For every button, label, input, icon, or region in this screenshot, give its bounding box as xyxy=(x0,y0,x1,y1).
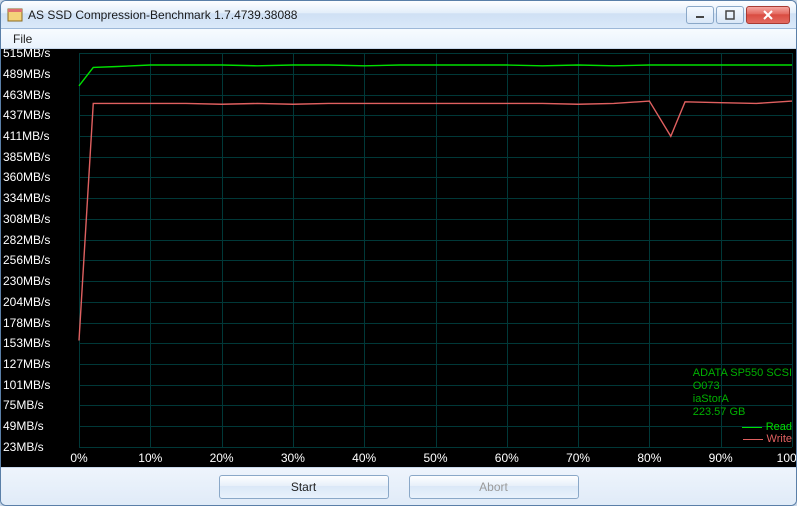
close-button[interactable] xyxy=(746,6,790,24)
series-read xyxy=(79,65,792,86)
legend-read: Read xyxy=(742,421,792,433)
minimize-button[interactable] xyxy=(686,6,714,24)
menubar: File xyxy=(1,29,796,49)
plot-svg xyxy=(1,49,796,467)
legend-swatch-read xyxy=(742,427,762,428)
series-write xyxy=(79,101,792,340)
window-buttons xyxy=(686,6,790,24)
legend-swatch-write xyxy=(743,439,763,440)
menu-file[interactable]: File xyxy=(7,31,38,47)
drive-info-l4: 223.57 GB xyxy=(693,406,792,419)
legend-label-read: Read xyxy=(766,421,792,433)
app-window: AS SSD Compression-Benchmark 1.7.4739.38… xyxy=(0,0,797,506)
drive-info-l1: ADATA SP550 SCSI xyxy=(693,367,792,380)
abort-button[interactable]: Abort xyxy=(409,475,579,499)
window-title: AS SSD Compression-Benchmark 1.7.4739.38… xyxy=(28,8,686,22)
chart-area: 515MB/s489MB/s463MB/s437MB/s411MB/s385MB… xyxy=(1,49,796,467)
app-icon xyxy=(7,7,23,23)
maximize-button[interactable] xyxy=(716,6,744,24)
drive-info-l3: iaStorA xyxy=(693,393,792,406)
button-row: Start Abort xyxy=(1,467,796,505)
legend: ReadWrite xyxy=(742,421,792,445)
drive-info-l2: O073 xyxy=(693,380,792,393)
titlebar[interactable]: AS SSD Compression-Benchmark 1.7.4739.38… xyxy=(1,1,796,29)
drive-info: ADATA SP550 SCSIO073iaStorA223.57 GB xyxy=(693,367,792,419)
legend-label-write: Write xyxy=(767,433,792,445)
legend-write: Write xyxy=(743,433,792,445)
start-button[interactable]: Start xyxy=(219,475,389,499)
